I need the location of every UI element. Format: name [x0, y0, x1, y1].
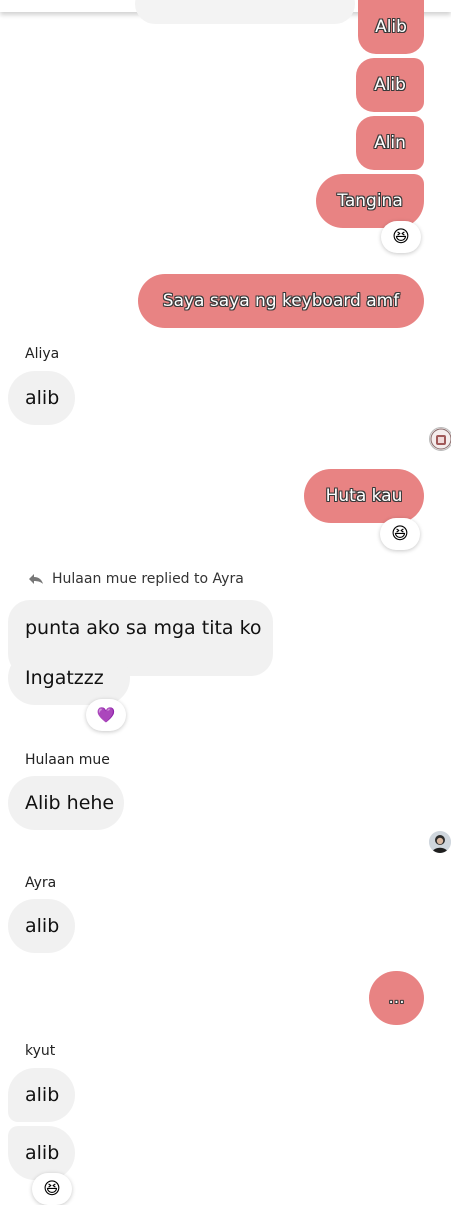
message-text: ... — [388, 988, 405, 1008]
avatar-image-icon — [429, 831, 451, 853]
heart-reaction[interactable]: 💜 — [86, 699, 126, 731]
message-text: Alib hehe — [25, 792, 115, 814]
message-text: Huta kau — [325, 486, 403, 506]
laugh-reaction[interactable]: 😆 — [381, 221, 421, 253]
message-text: Alib — [375, 17, 407, 37]
outgoing-message[interactable]: Saya saya ng keyboard amf — [138, 274, 424, 328]
incoming-message[interactable]: alib — [8, 1068, 75, 1122]
laugh-reaction[interactable]: 😆 — [32, 1173, 72, 1205]
laughing-face-icon: 😆 — [392, 227, 410, 247]
message-text: alib — [25, 1142, 60, 1164]
reply-arrow-icon — [29, 574, 43, 584]
message-text: Ingatzzz — [25, 667, 104, 689]
previous-message-bubble[interactable] — [135, 0, 355, 24]
message-text: alib — [25, 1084, 60, 1106]
message-text: Saya saya ng keyboard amf — [162, 291, 400, 311]
reply-indicator: Hulaan mue replied to Ayra — [28, 571, 244, 587]
outgoing-message[interactable]: Alin — [356, 116, 424, 170]
message-text: Alib — [374, 75, 406, 95]
outgoing-message[interactable]: Alib — [356, 58, 424, 112]
outgoing-message[interactable]: ... — [369, 971, 424, 1025]
sender-name: Hulaan mue — [25, 752, 110, 768]
sender-name: Aliya — [25, 346, 60, 362]
incoming-message[interactable]: alib — [8, 1126, 75, 1180]
incoming-message[interactable]: alib — [8, 899, 75, 953]
laughing-face-icon: 😆 — [43, 1179, 61, 1199]
message-text: punta ako sa mga tita ko — [25, 617, 262, 639]
laughing-face-icon: 😆 — [391, 524, 409, 544]
seen-avatar[interactable] — [429, 427, 451, 451]
reply-label-text: Hulaan mue replied to Ayra — [52, 571, 244, 587]
sender-name: kyut — [25, 1043, 56, 1059]
outgoing-message[interactable]: Alib — [358, 0, 424, 54]
laugh-reaction[interactable]: 😆 — [380, 518, 420, 550]
message-text: Alin — [374, 133, 406, 153]
message-text: alib — [25, 915, 60, 937]
incoming-message[interactable]: Ingatzzz — [8, 651, 130, 705]
message-text: Tangina — [337, 191, 403, 211]
seen-avatar[interactable] — [429, 831, 451, 853]
sender-name: Ayra — [25, 875, 57, 891]
outgoing-message[interactable]: Huta kau — [304, 469, 424, 523]
outgoing-message[interactable]: Tangina — [316, 174, 424, 228]
incoming-message[interactable]: alib — [8, 371, 75, 425]
purple-heart-icon: 💜 — [96, 706, 116, 724]
incoming-message[interactable]: Alib hehe — [8, 776, 124, 830]
avatar-image-icon — [430, 428, 451, 450]
message-text: alib — [25, 387, 60, 409]
